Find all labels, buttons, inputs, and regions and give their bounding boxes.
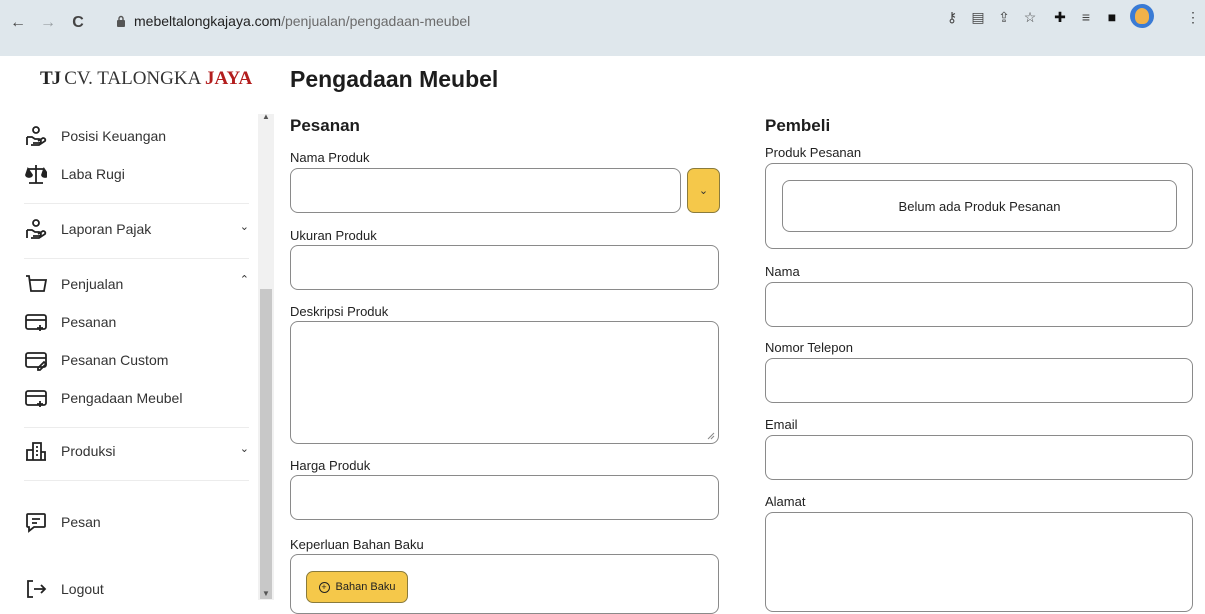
sidebar-item-label: Pengadaan Meubel: [61, 390, 183, 406]
nomor-telepon-label: Nomor Telepon: [765, 340, 853, 355]
deskripsi-produk-label: Deskripsi Produk: [290, 304, 389, 319]
nama-input[interactable]: [765, 282, 1193, 327]
email-input[interactable]: [765, 435, 1193, 480]
sidebar-divider: [24, 480, 249, 481]
url-text: mebeltalongkajaya.com/penjualan/pengadaa…: [134, 13, 470, 29]
sidebar-item-label: Produksi: [61, 443, 116, 459]
plus-circle-icon: +: [318, 581, 330, 593]
email-label: Email: [765, 417, 798, 432]
share-icon[interactable]: ⇪: [994, 7, 1014, 27]
address-bar[interactable]: mebeltalongkajaya.com/penjualan/pengadaa…: [104, 6, 934, 38]
card-add-icon: [24, 386, 48, 410]
company-logo[interactable]: TJ CV. TALONGKA JAYA: [40, 68, 252, 90]
sidebar-item-label: Penjualan: [61, 276, 124, 292]
empty-state-text: Belum ada Produk Pesanan: [898, 198, 1061, 214]
profile-avatar[interactable]: [1130, 4, 1154, 28]
sidebar-item-penjualan[interactable]: Penjualan ⌃: [24, 271, 249, 297]
nama-produk-select[interactable]: [290, 168, 681, 213]
hand-coins-icon: [24, 124, 48, 148]
sidebar-item-label: Pesanan: [61, 314, 117, 330]
sidebar-item-label: Laporan Pajak: [61, 221, 152, 237]
scroll-down-arrow-icon[interactable]: ▼: [260, 589, 272, 598]
bahan-baku-button-label: Bahan Baku: [335, 581, 396, 593]
sidebar-item-laba-rugi[interactable]: Laba Rugi: [24, 161, 249, 187]
url-domain: mebeltalongkajaya.com: [134, 13, 282, 29]
logo-mark: TJ: [40, 68, 61, 89]
sidebar-item-label: Logout: [61, 581, 104, 597]
sidebar-item-label: Pesanan Custom: [61, 352, 169, 368]
alamat-label: Alamat: [765, 494, 806, 509]
scroll-up-arrow-icon[interactable]: ▲: [260, 112, 272, 121]
harga-produk-label: Harga Produk: [290, 458, 371, 473]
nama-produk-dropdown-button[interactable]: ⌄: [687, 168, 720, 213]
produk-pesanan-empty-state: Belum ada Produk Pesanan: [782, 180, 1177, 232]
browser-toolbar: ← → C mebeltalongkajaya.com/penjualan/pe…: [0, 0, 1205, 56]
sidebar-item-pesanan[interactable]: Pesanan: [24, 309, 249, 335]
url-path: /penjualan/pengadaan-meubel: [281, 13, 471, 29]
logout-icon: [24, 577, 48, 601]
message-icon: [24, 510, 48, 534]
sidebar-item-pesanan-custom[interactable]: Pesanan Custom: [24, 347, 249, 373]
add-bahan-baku-button[interactable]: + Bahan Baku: [306, 571, 408, 603]
ukuran-produk-label: Ukuran Produk: [290, 228, 377, 243]
translate-icon[interactable]: ▤: [968, 7, 988, 27]
sidebar-divider: [24, 427, 249, 428]
deskripsi-produk-textarea[interactable]: [290, 321, 719, 444]
sidebar-divider: [24, 203, 249, 204]
reading-list-icon[interactable]: ≡: [1076, 7, 1096, 27]
alamat-textarea[interactable]: [765, 512, 1193, 612]
key-icon[interactable]: ⚷: [942, 7, 962, 27]
extensions-icon[interactable]: ✚: [1050, 7, 1070, 27]
nama-label: Nama: [765, 264, 800, 279]
chevron-down-icon[interactable]: ⌄: [240, 442, 249, 455]
sidebar: TJ CV. TALONGKA JAYA ▲ ▼ Posisi Keuangan …: [0, 56, 275, 600]
section-title-pembeli: Pembeli: [765, 116, 831, 135]
sidebar-item-laporan-pajak[interactable]: Laporan Pajak ⌄: [24, 216, 249, 242]
lock-icon: [117, 15, 125, 27]
chevron-down-icon[interactable]: ⌄: [240, 220, 249, 233]
star-icon[interactable]: ☆: [1020, 7, 1040, 27]
forward-icon[interactable]: →: [36, 11, 60, 35]
ukuran-produk-input[interactable]: [290, 245, 719, 290]
section-title-pesanan: Pesanan: [290, 116, 360, 135]
bahan-baku-label: Keperluan Bahan Baku: [290, 537, 424, 552]
chevron-down-icon: ⌄: [698, 185, 709, 197]
sidebar-item-logout[interactable]: Logout: [24, 576, 249, 602]
sidebar-item-pesan[interactable]: Pesan: [24, 509, 249, 535]
cart-icon: [24, 272, 48, 296]
produk-pesanan-label: Produk Pesanan: [765, 145, 862, 160]
side-panel-icon[interactable]: ■: [1102, 7, 1122, 27]
logo-name: CV. TALONGKA: [64, 68, 201, 89]
card-edit-icon: [24, 348, 48, 372]
nama-produk-label: Nama Produk: [290, 150, 370, 165]
reload-icon[interactable]: C: [66, 11, 90, 35]
resize-handle-icon[interactable]: [707, 432, 715, 440]
hand-coins-icon: [24, 217, 48, 241]
menu-icon[interactable]: ⋮: [1186, 7, 1200, 27]
back-icon[interactable]: ←: [6, 11, 30, 35]
chevron-up-icon[interactable]: ⌃: [240, 273, 249, 286]
sidebar-item-produksi[interactable]: Produksi ⌄: [24, 438, 249, 464]
page-title: Pengadaan Meubel: [290, 66, 499, 92]
factory-icon: [24, 439, 48, 463]
sidebar-item-label: Pesan: [61, 514, 101, 530]
nomor-telepon-input[interactable]: [765, 358, 1193, 403]
scale-icon: [24, 162, 48, 186]
sidebar-item-pengadaan-meubel[interactable]: Pengadaan Meubel: [24, 385, 249, 411]
harga-produk-input[interactable]: [290, 475, 719, 520]
logo-accent: JAYA: [205, 68, 253, 89]
sidebar-item-posisi-keuangan[interactable]: Posisi Keuangan: [24, 123, 249, 149]
sidebar-divider: [24, 258, 249, 259]
card-add-icon: [24, 310, 48, 334]
sidebar-item-label: Laba Rugi: [61, 166, 125, 182]
sidebar-item-label: Posisi Keuangan: [61, 128, 167, 144]
sidebar-scrollbar-thumb[interactable]: [260, 289, 272, 599]
